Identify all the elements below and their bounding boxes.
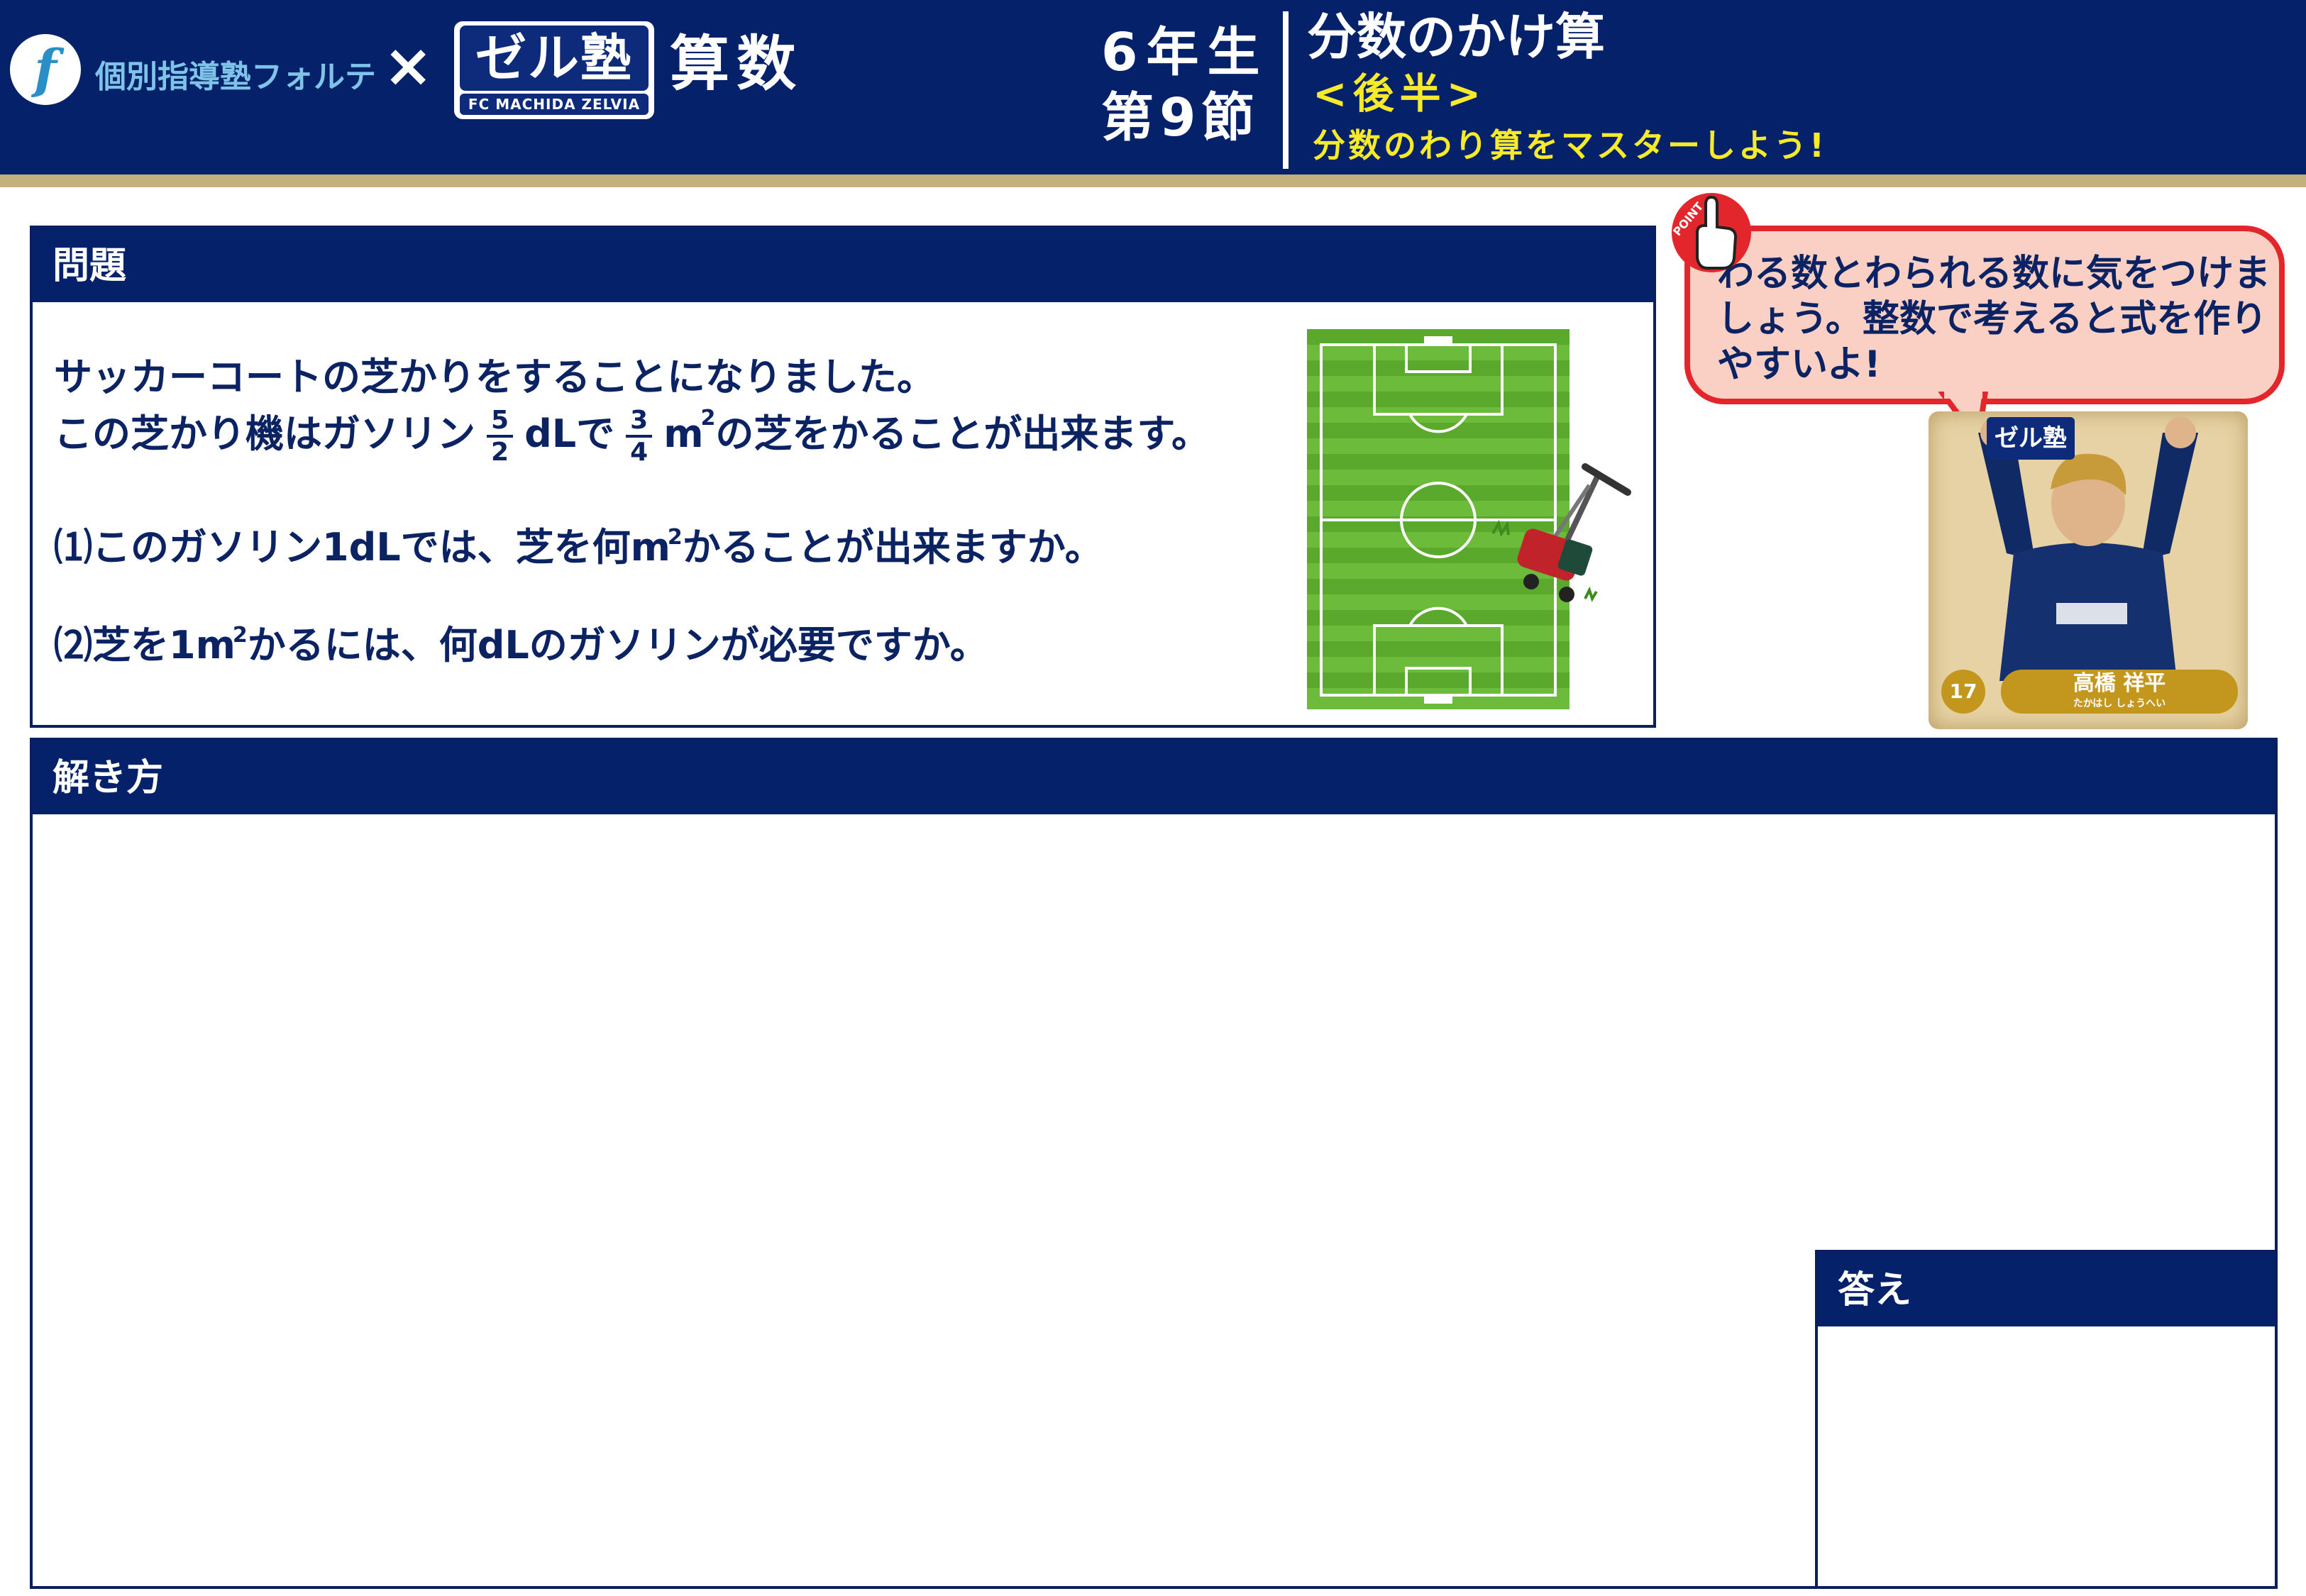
problem-panel: 問題 サッカーコートの芝かりをすることになりました。 この芝かり機はガソリン 5 2… bbox=[30, 226, 1656, 728]
question-2-end: かるには、何dLのガソリンが必要ですか。 bbox=[247, 623, 988, 667]
question-1-start: ⑴このガソリン1dLでは、芝を何m bbox=[54, 525, 671, 570]
problem-line-2-start: この芝かり機はガソリン bbox=[54, 411, 475, 457]
unit-goal: 分数のわり算をマスターしよう! bbox=[1313, 126, 1827, 165]
fraction-area-denominator: 4 bbox=[630, 438, 649, 467]
answer-heading: 答え bbox=[1838, 1269, 1912, 1312]
player-name-plate: 高橋 祥平 たかはし しょうへい bbox=[2001, 670, 2238, 714]
section-label: 第9節 bbox=[1101, 87, 1260, 148]
solution-heading: 解き方 bbox=[53, 757, 164, 799]
answer-header: 答え bbox=[1818, 1253, 2275, 1326]
fraction-area: 34 bbox=[626, 406, 653, 467]
soccer-field-image bbox=[1307, 329, 1631, 709]
hint-text: わる数とわられる数に気をつけましょう。整数で考えると式を作りやすいよ! bbox=[1717, 253, 2271, 386]
square-meter-exponent: 2 bbox=[700, 406, 716, 431]
problem-line-2-unit: dLで bbox=[524, 411, 615, 457]
header-divider bbox=[1283, 11, 1289, 169]
question-1-end: かることが出来ますか。 bbox=[682, 525, 1103, 570]
problem-line-2: この芝かり機はガソリン 5 2 dLで 3 4 m2の芝をかることが出来ます。 bbox=[54, 406, 1210, 467]
player-name-kana: たかはし しょうへい bbox=[2073, 698, 2166, 709]
point-hand-icon: POINT bbox=[1669, 190, 1754, 282]
fraction-gasoline-denominator: 2 bbox=[491, 438, 509, 467]
school-name: 個別指導塾フォルテ bbox=[95, 59, 376, 95]
player-name: 高橋 祥平 bbox=[2073, 671, 2166, 696]
question-2-exponent: 2 bbox=[232, 623, 248, 648]
unit-title: 分数のかけ算 bbox=[1307, 8, 1605, 66]
question-2-start: ⑵芝を1m bbox=[54, 623, 236, 667]
question-1: ⑴このガソリン1dLでは、芝を何m2かることが出来ますか。 bbox=[54, 525, 1103, 571]
solution-header: 解き方 bbox=[33, 741, 2275, 814]
question-2: ⑵芝を1m2かるには、何dLのガソリンが必要ですか。 bbox=[54, 623, 988, 669]
zel-juku-logo-text: ゼル塾 bbox=[460, 26, 649, 91]
fraction-gasoline: 52 bbox=[487, 406, 514, 467]
card-badge: ゼル塾 bbox=[1987, 417, 2075, 460]
problem-line-1: サッカーコートの芝かりをすることになりました。 bbox=[54, 355, 935, 399]
fraction-area-numerator: 3 bbox=[626, 406, 653, 438]
zel-juku-logo: ゼル塾 FC MACHIDA ZELVIA bbox=[454, 21, 654, 119]
soccer-field-illustration bbox=[1307, 329, 1635, 712]
square-meter-unit: m bbox=[663, 411, 704, 457]
grade-label: 6年生 bbox=[1101, 22, 1269, 83]
header-gold-stripe bbox=[0, 174, 2306, 187]
forte-logo: f bbox=[10, 34, 81, 105]
forte-logo-letter: f bbox=[34, 39, 57, 100]
zel-juku-logo-subtext: FC MACHIDA ZELVIA bbox=[460, 94, 649, 115]
collab-mark: × bbox=[383, 31, 434, 100]
player-number: 17 bbox=[1941, 670, 1985, 714]
problem-line-2-end: の芝をかることが出来ます。 bbox=[715, 411, 1210, 457]
question-1-exponent: 2 bbox=[667, 525, 683, 550]
fraction-gasoline-numerator: 5 bbox=[487, 406, 514, 438]
unit-part: <後半> bbox=[1313, 70, 1487, 118]
header-bar: f 個別指導塾フォルテ × ゼル塾 FC MACHIDA ZELVIA 算数 6… bbox=[0, 0, 2306, 174]
problem-heading: 問題 bbox=[53, 245, 127, 287]
hint-bubble: わる数とわられる数に気をつけましょう。整数で考えると式を作りやすいよ! bbox=[1684, 226, 2285, 404]
subject-label: 算数 bbox=[670, 29, 804, 99]
answer-panel: 答え bbox=[1815, 1250, 2278, 1589]
problem-header: 問題 bbox=[33, 228, 1653, 302]
